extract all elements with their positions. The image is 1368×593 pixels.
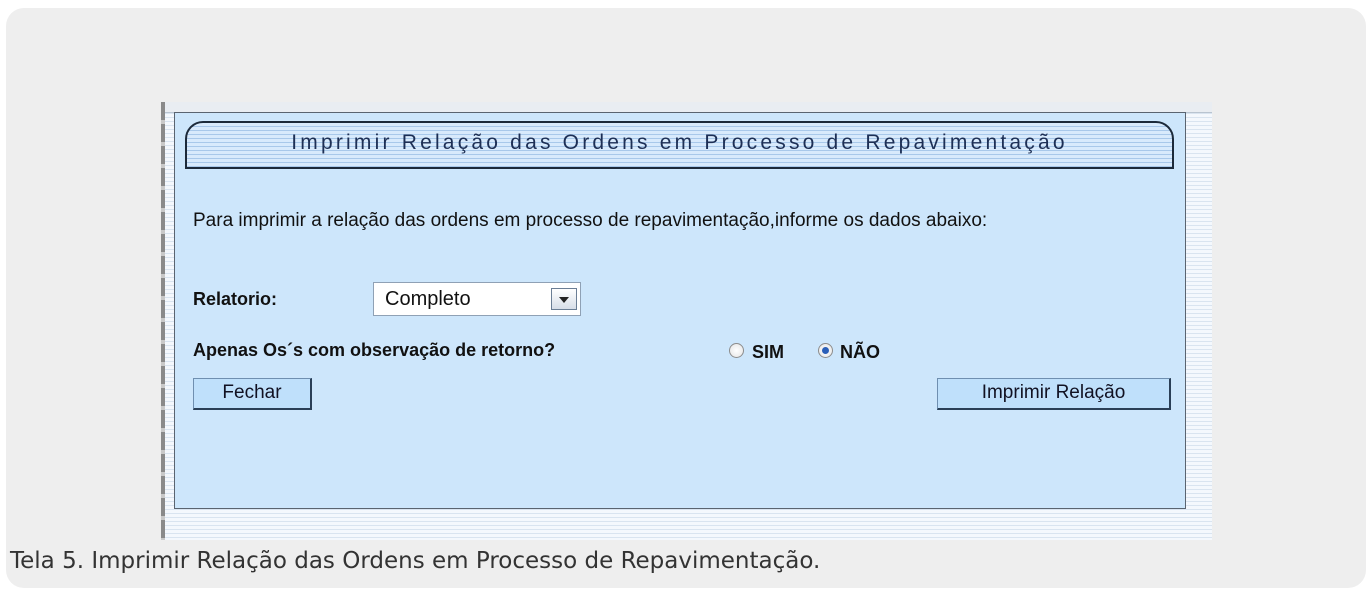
relatorio-select[interactable]: Completo [373,282,581,316]
observacao-label: Apenas Os´s com observação de retorno? [193,340,556,360]
relatorio-selected-value: Completo [385,288,471,310]
radio-sim[interactable] [729,343,744,358]
relatorio-label: Relatorio: [193,289,278,309]
dropdown-arrow-button[interactable] [551,288,577,310]
window-left-border [161,102,165,540]
chevron-down-icon [559,297,569,303]
figure-caption: Tela 5. Imprimir Relação das Ordens em P… [10,548,821,574]
fechar-button[interactable]: Fechar [193,378,312,410]
radio-sim-label: SIM [752,342,785,362]
form-title: Imprimir Relação das Ordens em Processo … [291,131,1068,154]
form-panel [174,112,1186,509]
radio-nao[interactable] [818,343,833,358]
radio-nao-label: NÃO [840,342,880,362]
imprimir-relacao-button[interactable]: Imprimir Relação [937,378,1171,410]
intro-text: Para imprimir a relação das ordens em pr… [193,210,988,231]
form-title-tab: Imprimir Relação das Ordens em Processo … [185,121,1174,169]
radio-selected-dot [822,347,829,354]
